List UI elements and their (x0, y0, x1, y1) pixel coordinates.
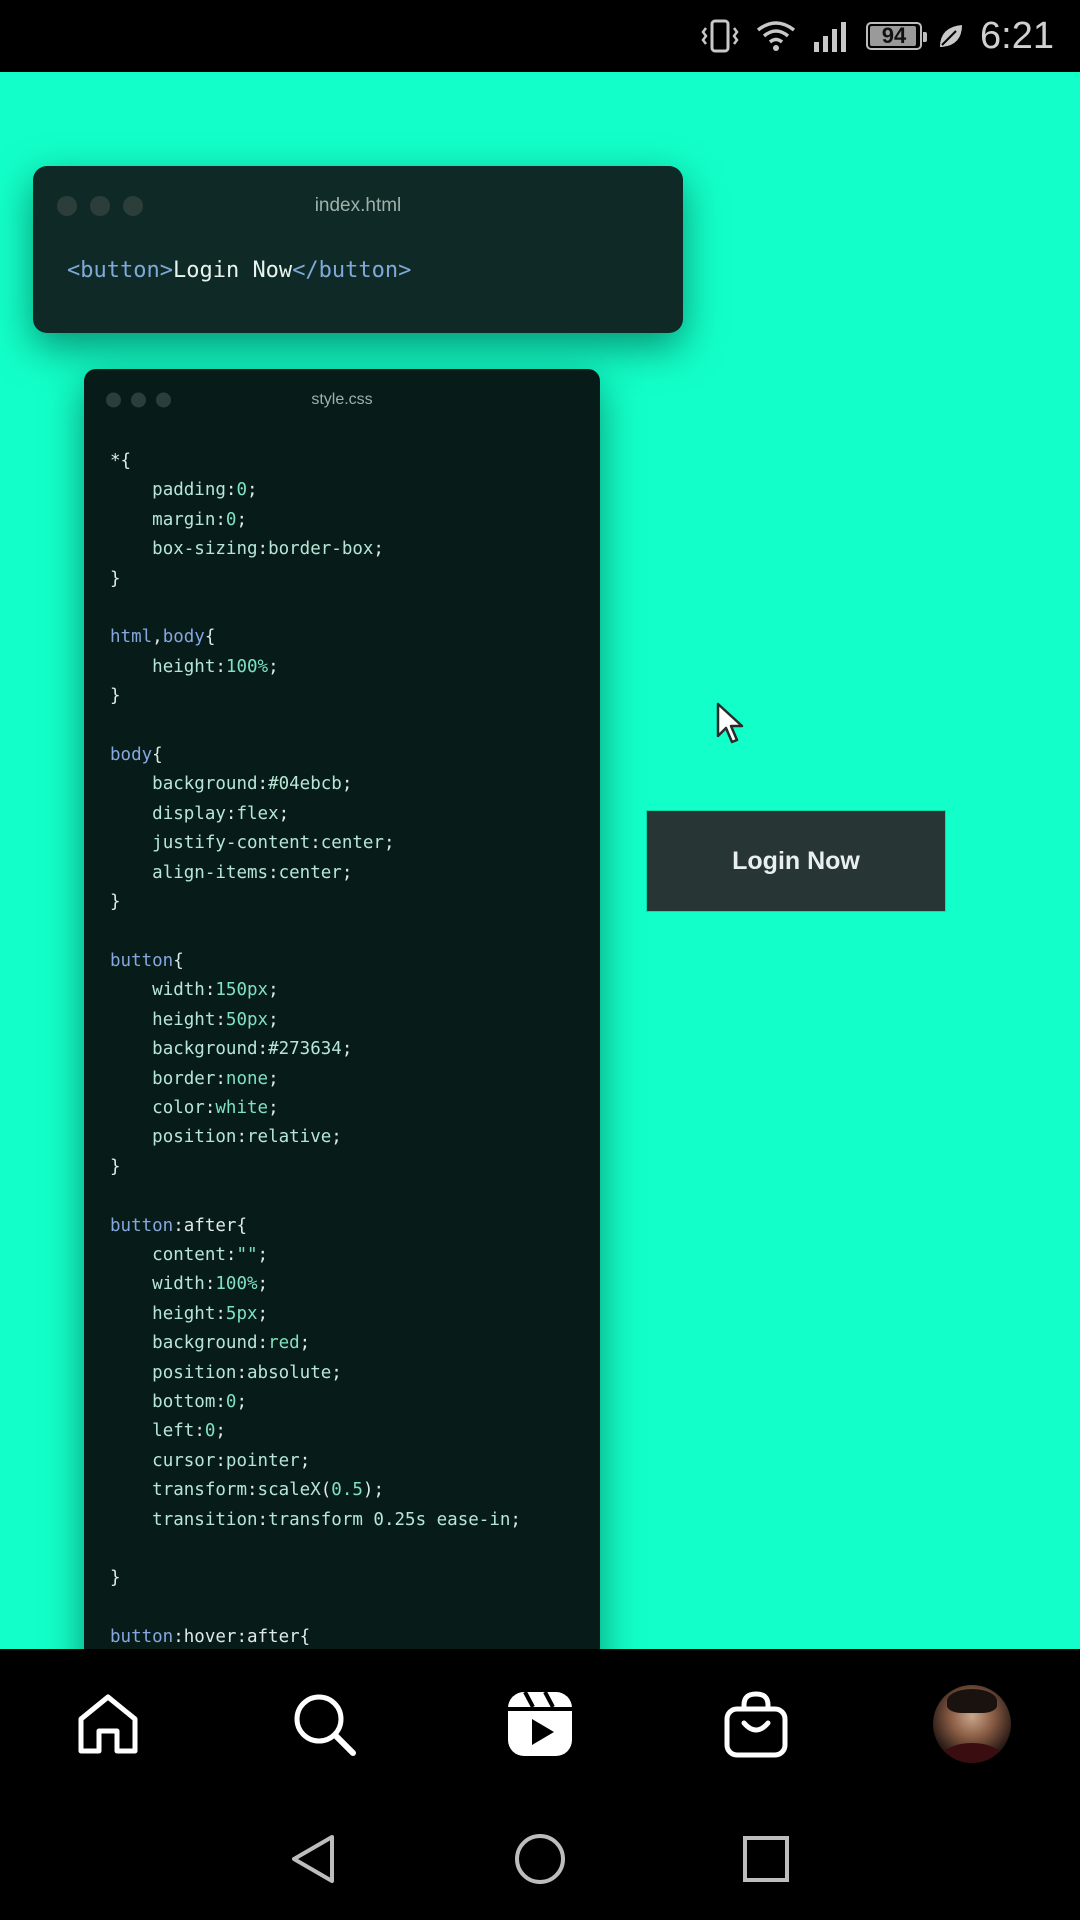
reels-icon (508, 1690, 572, 1756)
home-icon (78, 1694, 138, 1753)
window-dot (131, 392, 146, 408)
profile-avatar (933, 1684, 1011, 1763)
html-code-window: index.html <button>Login Now</button> (33, 166, 683, 333)
battery-icon: 94 (866, 22, 928, 50)
clock: 6:21 (980, 14, 1054, 57)
mouse-cursor-icon (716, 702, 746, 750)
shop-icon (724, 1690, 788, 1757)
open-tag: <button> (67, 258, 173, 283)
window-dot (90, 196, 110, 216)
window-dot (57, 196, 77, 216)
nav-search[interactable] (269, 1669, 379, 1779)
search-icon (294, 1694, 356, 1756)
window-titlebar: index.html (33, 166, 683, 246)
button-text: Login Now (172, 258, 293, 283)
vibrate-icon (700, 18, 740, 54)
battery-level: 94 (881, 23, 907, 48)
close-tag: </button> (292, 258, 412, 283)
window-controls (106, 392, 171, 408)
home-circle-icon[interactable] (512, 1831, 568, 1887)
window-dot (123, 196, 143, 216)
login-now-button[interactable]: Login Now (647, 811, 945, 911)
bottom-navigation (0, 1649, 1080, 1798)
nav-home[interactable] (53, 1669, 163, 1779)
nav-profile[interactable] (917, 1669, 1027, 1779)
html-code: <button>Login Now</button> (67, 258, 411, 283)
window-controls (57, 196, 143, 216)
recents-icon[interactable] (738, 1831, 794, 1887)
system-navigation (0, 1798, 1080, 1920)
status-bar: 94 6:21 (0, 0, 1080, 72)
window-dot (106, 392, 121, 408)
wifi-icon (754, 18, 798, 54)
window-dot (156, 392, 171, 408)
leaf-icon (936, 21, 966, 51)
css-code-window: style.css *{ padding:0; margin:0; box-si… (84, 369, 600, 1649)
video-player[interactable]: index.html <button>Login Now</button> st… (0, 72, 1080, 1649)
css-code: *{ padding:0; margin:0; box-sizing:borde… (110, 451, 521, 1648)
signal-icon (812, 18, 852, 54)
nav-shop[interactable] (701, 1669, 811, 1779)
back-icon[interactable] (286, 1831, 342, 1887)
nav-reels[interactable] (485, 1669, 595, 1779)
window-titlebar: style.css (84, 369, 600, 431)
